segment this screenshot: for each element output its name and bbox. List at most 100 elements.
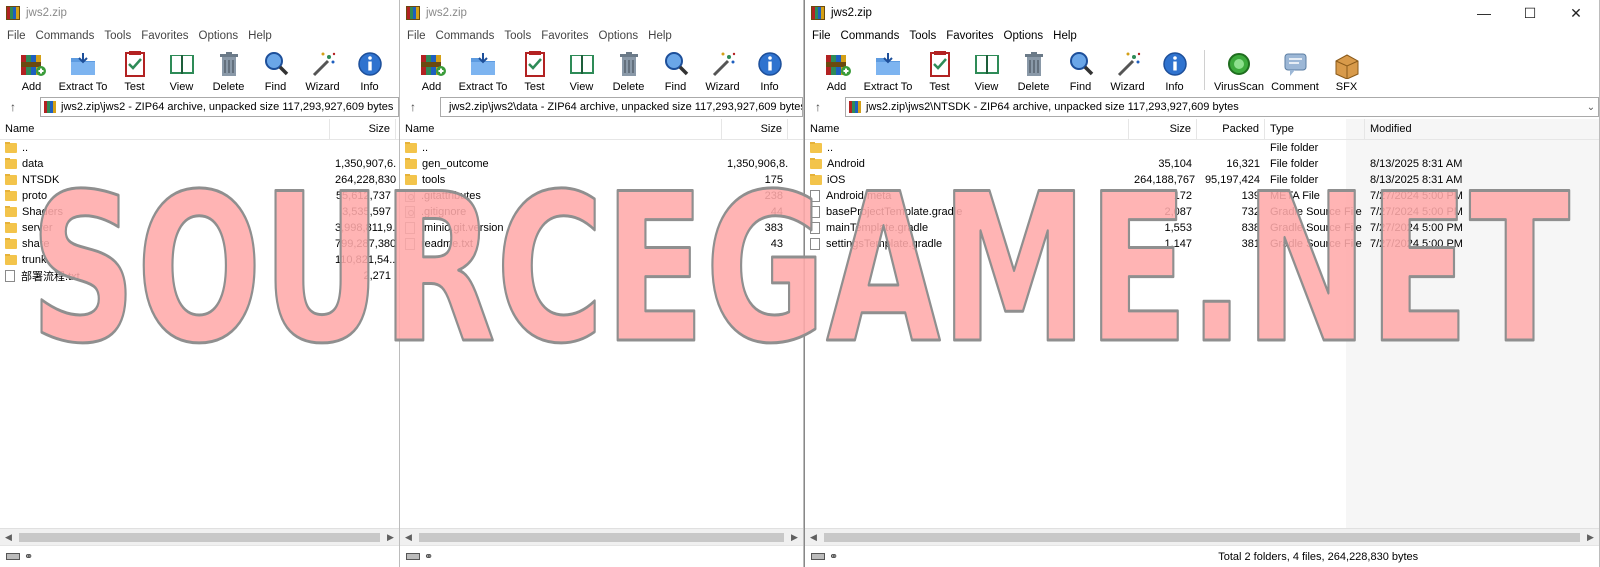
file-row[interactable]: data 1,350,907,6... xyxy=(0,156,399,172)
file-row[interactable]: baseProjectTemplate.gradle 2,087 732 Gradle… xyxy=(805,204,1599,220)
menu-favorites[interactable]: Favorites xyxy=(536,30,593,42)
horizontal-scrollbar[interactable]: ◀ ▶ xyxy=(0,528,399,545)
wizard-button[interactable]: Wizard xyxy=(299,46,346,93)
virusscan-button[interactable]: VirusScan xyxy=(1211,46,1267,93)
file-row[interactable]: gen_outcome 1,350,906,8... xyxy=(400,156,803,172)
drive-icon[interactable] xyxy=(811,553,825,560)
extract-to-button[interactable]: Extract To xyxy=(860,46,916,93)
menu-file[interactable]: File xyxy=(402,30,431,42)
chevron-down-icon[interactable]: ⌄ xyxy=(1584,102,1598,113)
address-field[interactable]: jws2.zip\jws2 - ZIP64 archive, unpacked … xyxy=(40,97,399,117)
scroll-right-icon[interactable]: ▶ xyxy=(1582,532,1599,543)
file-row[interactable]: tools 175 xyxy=(400,172,803,188)
info-button[interactable]: Info xyxy=(346,46,393,93)
view-button[interactable]: View xyxy=(963,46,1010,93)
scroll-thumb[interactable] xyxy=(419,532,784,542)
column-name[interactable]: Name xyxy=(805,118,1129,140)
file-row[interactable]: .. File folder xyxy=(805,140,1599,156)
column-name[interactable]: Name xyxy=(400,118,722,140)
file-row[interactable]: NTSDK 264,228,830 xyxy=(0,172,399,188)
test-button[interactable]: Test xyxy=(511,46,558,93)
menu-commands[interactable]: Commands xyxy=(431,30,500,42)
close-icon[interactable]: ✕ xyxy=(1553,0,1599,26)
horizontal-scrollbar[interactable]: ◀ ▶ xyxy=(805,528,1599,545)
file-row[interactable]: iOS 264,188,767 95,197,424 File folder 8/13/… xyxy=(805,172,1599,188)
menu-tools[interactable]: Tools xyxy=(904,30,941,42)
file-row[interactable]: .gitattributes 238 xyxy=(400,188,803,204)
view-button[interactable]: View xyxy=(558,46,605,93)
file-row[interactable]: Android.meta 172 139 META File 7/27/2024 5:0… xyxy=(805,188,1599,204)
menu-options[interactable]: Options xyxy=(194,30,244,42)
key-icon[interactable]: ⚭ xyxy=(829,550,838,563)
file-row[interactable]: trunk 110,821,54... xyxy=(0,252,399,268)
file-row[interactable]: server 3,998,811,9... xyxy=(0,220,399,236)
add-button[interactable]: Add xyxy=(408,46,455,93)
column-size[interactable]: Size xyxy=(330,118,396,140)
wizard-button[interactable]: Wizard xyxy=(699,46,746,93)
info-button[interactable]: Info xyxy=(746,46,793,93)
file-row[interactable]: Shaders 3,535,597 xyxy=(0,204,399,220)
find-button[interactable]: Find xyxy=(1057,46,1104,93)
menu-help[interactable]: Help xyxy=(643,30,677,42)
column-packed[interactable]: Packed xyxy=(1197,118,1265,140)
scroll-left-icon[interactable]: ◀ xyxy=(805,532,822,543)
scroll-left-icon[interactable]: ◀ xyxy=(400,532,417,543)
menu-help[interactable]: Help xyxy=(243,30,277,42)
address-field[interactable]: jws2.zip\jws2\NTSDK - ZIP64 archive, unp… xyxy=(845,97,1599,117)
test-button[interactable]: Test xyxy=(916,46,963,93)
file-row[interactable]: .gitignore 44 xyxy=(400,204,803,220)
file-row[interactable]: mainTemplate.gradle 1,553 838 Gradle Source… xyxy=(805,220,1599,236)
delete-button[interactable]: Delete xyxy=(605,46,652,93)
sfx-button[interactable]: SFX xyxy=(1323,46,1370,93)
file-row[interactable]: .. xyxy=(400,140,803,156)
extract-to-button[interactable]: Extract To xyxy=(55,46,111,93)
extract-to-button[interactable]: Extract To xyxy=(455,46,511,93)
file-row[interactable]: Android 35,104 16,321 File folder 8/13/2025 … xyxy=(805,156,1599,172)
menu-file[interactable]: File xyxy=(2,30,31,42)
add-button[interactable]: Add xyxy=(8,46,55,93)
up-arrow-icon[interactable]: ↑ xyxy=(410,100,428,114)
file-row[interactable]: .. xyxy=(0,140,399,156)
add-button[interactable]: Add xyxy=(813,46,860,93)
key-icon[interactable]: ⚭ xyxy=(24,550,33,563)
menu-file[interactable]: File xyxy=(807,30,836,42)
scroll-right-icon[interactable]: ▶ xyxy=(382,532,399,543)
wizard-button[interactable]: Wizard xyxy=(1104,46,1151,93)
view-button[interactable]: View xyxy=(158,46,205,93)
maximize-icon[interactable]: ☐ xyxy=(1507,0,1553,26)
menu-commands[interactable]: Commands xyxy=(836,30,905,42)
test-button[interactable]: Test xyxy=(111,46,158,93)
minimize-icon[interactable]: — xyxy=(1461,0,1507,26)
menu-help[interactable]: Help xyxy=(1048,30,1082,42)
key-icon[interactable]: ⚭ xyxy=(424,550,433,563)
menu-options[interactable]: Options xyxy=(594,30,644,42)
scroll-left-icon[interactable]: ◀ xyxy=(0,532,17,543)
menu-options[interactable]: Options xyxy=(999,30,1049,42)
column-size[interactable]: Size xyxy=(1129,118,1197,140)
scroll-thumb[interactable] xyxy=(824,532,1580,542)
menu-favorites[interactable]: Favorites xyxy=(136,30,193,42)
menu-favorites[interactable]: Favorites xyxy=(941,30,998,42)
menu-tools[interactable]: Tools xyxy=(499,30,536,42)
delete-button[interactable]: Delete xyxy=(1010,46,1057,93)
scroll-thumb[interactable] xyxy=(19,532,380,542)
drive-icon[interactable] xyxy=(406,553,420,560)
comment-button[interactable]: Comment xyxy=(1267,46,1323,93)
horizontal-scrollbar[interactable]: ◀ ▶ xyxy=(400,528,803,545)
menu-tools[interactable]: Tools xyxy=(99,30,136,42)
file-row[interactable]: settingsTemplate.gradle 1,147 381 Gradle So… xyxy=(805,236,1599,252)
drive-icon[interactable] xyxy=(6,553,20,560)
file-row[interactable]: readme.txt 43 xyxy=(400,236,803,252)
column-type[interactable]: Type xyxy=(1265,118,1365,140)
file-row[interactable]: proto 55,612,737 xyxy=(0,188,399,204)
up-arrow-icon[interactable]: ↑ xyxy=(815,100,833,114)
find-button[interactable]: Find xyxy=(652,46,699,93)
menu-commands[interactable]: Commands xyxy=(31,30,100,42)
column-size[interactable]: Size xyxy=(722,118,788,140)
info-button[interactable]: Info xyxy=(1151,46,1198,93)
file-row[interactable]: .minio.git.version 383 xyxy=(400,220,803,236)
file-row[interactable]: share 799,287,380 xyxy=(0,236,399,252)
file-row[interactable]: 部署流程.txt 2,271 xyxy=(0,268,399,284)
address-field[interactable]: jws2.zip\jws2\data - ZIP64 archive, unpa… xyxy=(440,97,803,117)
column-name[interactable]: Name xyxy=(0,118,330,140)
